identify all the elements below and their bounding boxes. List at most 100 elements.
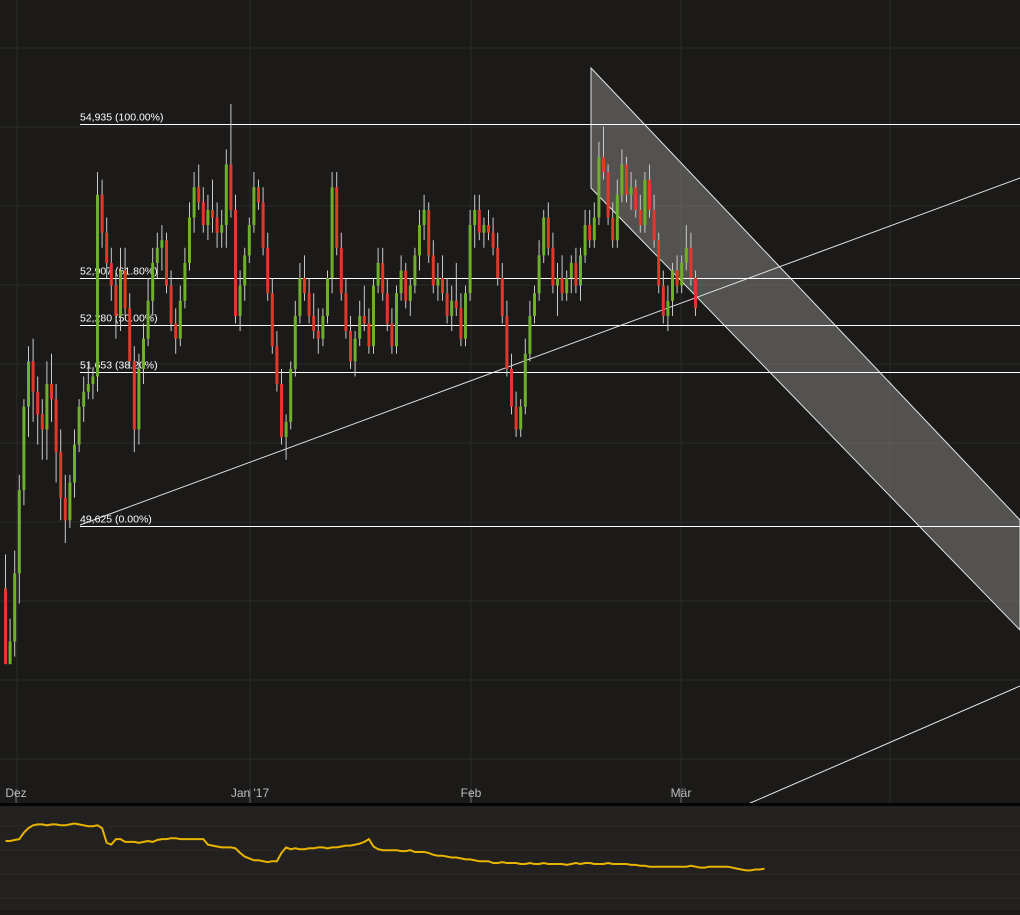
candle-down [54,399,58,453]
candle-up [321,315,325,339]
candle-up [643,179,647,226]
candle-down [390,323,394,347]
candle-down [316,331,320,339]
candle-up [684,247,688,263]
candle-up [413,255,417,286]
candle-up [473,209,477,226]
candle-down [211,209,214,218]
candle-down [491,232,495,248]
candle-down [280,384,283,438]
candle-down [560,278,564,294]
x-tick-label: Dez [5,786,26,800]
fib-level-label: 52,907 (61.80%) [80,266,158,278]
candle-up [372,285,375,347]
candle-up [238,285,242,316]
candle-up [252,187,256,226]
candle-up [155,247,159,263]
candle-up [482,225,486,233]
candle-down [625,164,628,195]
candle-up [220,225,224,233]
candle-down [63,497,67,521]
candle-down [123,270,127,309]
indicator-panel-background [0,806,1020,910]
candle-down [510,368,513,407]
candle-down [307,293,311,316]
candle-down [367,323,371,347]
candle-up [399,270,403,294]
candle-up [151,262,155,301]
candle-up [615,194,619,241]
candle-down [648,179,651,210]
candle-up [666,300,670,316]
candle-down [496,247,500,279]
candle-up [119,270,122,316]
candle-down [500,278,504,316]
candle-up [542,217,546,256]
candle-down [574,262,578,286]
candle-down [652,209,656,241]
candle-up [464,293,467,339]
candle-up [27,361,30,407]
candle-up [620,164,624,195]
candle-up [436,278,440,286]
candle-up [358,315,362,339]
candle-up [247,225,251,256]
candle-down [638,209,642,226]
x-tick-label: Jan '17 [231,786,270,800]
candle-up [537,255,541,294]
candle-up [569,262,573,279]
candle-up [330,187,334,279]
candle-down [128,308,132,362]
candle-up [326,278,329,316]
candle-up [519,406,523,430]
candle-down [335,187,339,248]
candle-up [528,315,532,354]
candle-down [588,225,592,241]
candle-up [583,225,587,256]
candle-up [96,194,99,377]
candle-down [606,172,610,218]
price-chart: Dez Jan '17 Feb Mär 54,935 (100.00%) 52,907 … [0,0,1020,910]
candle-down [454,300,458,309]
candle-up [73,444,76,483]
candle-down [657,240,661,286]
candle-down [404,270,408,301]
candle-down [505,315,509,369]
candle-down [661,285,665,316]
candle-down [105,232,109,263]
candle-up [17,490,21,574]
candle-up [86,384,90,392]
candle-down [266,247,270,294]
candle-down [165,240,168,286]
candle-down [675,270,679,286]
candle-down [551,247,555,286]
candle-up [629,187,633,195]
candle-down [445,293,449,316]
candle-up [418,225,421,256]
candle-down [349,331,352,362]
candle-down [602,156,605,173]
candle-up [68,482,72,521]
candle-up [408,285,412,301]
candle-up [565,278,569,294]
candle-up [22,406,26,491]
candle-down [514,406,518,430]
candle-down [344,293,348,332]
candle-up [353,338,357,362]
candle-up [206,209,210,226]
candle-down [339,247,343,294]
fib-level-label: 54,935 (100.00%) [80,112,163,124]
candle-down [431,255,435,286]
candle-down [59,452,63,498]
candle-up [592,217,596,241]
candle-down [261,202,265,248]
candle-up [450,300,454,316]
x-tick-label: Mär [671,786,692,800]
candle-up [224,164,228,226]
candle-down [634,187,638,210]
candle-up [192,187,196,218]
candle-up [77,406,81,445]
candle-up [142,338,145,369]
candle-up [45,384,49,430]
candle-down [36,391,40,415]
